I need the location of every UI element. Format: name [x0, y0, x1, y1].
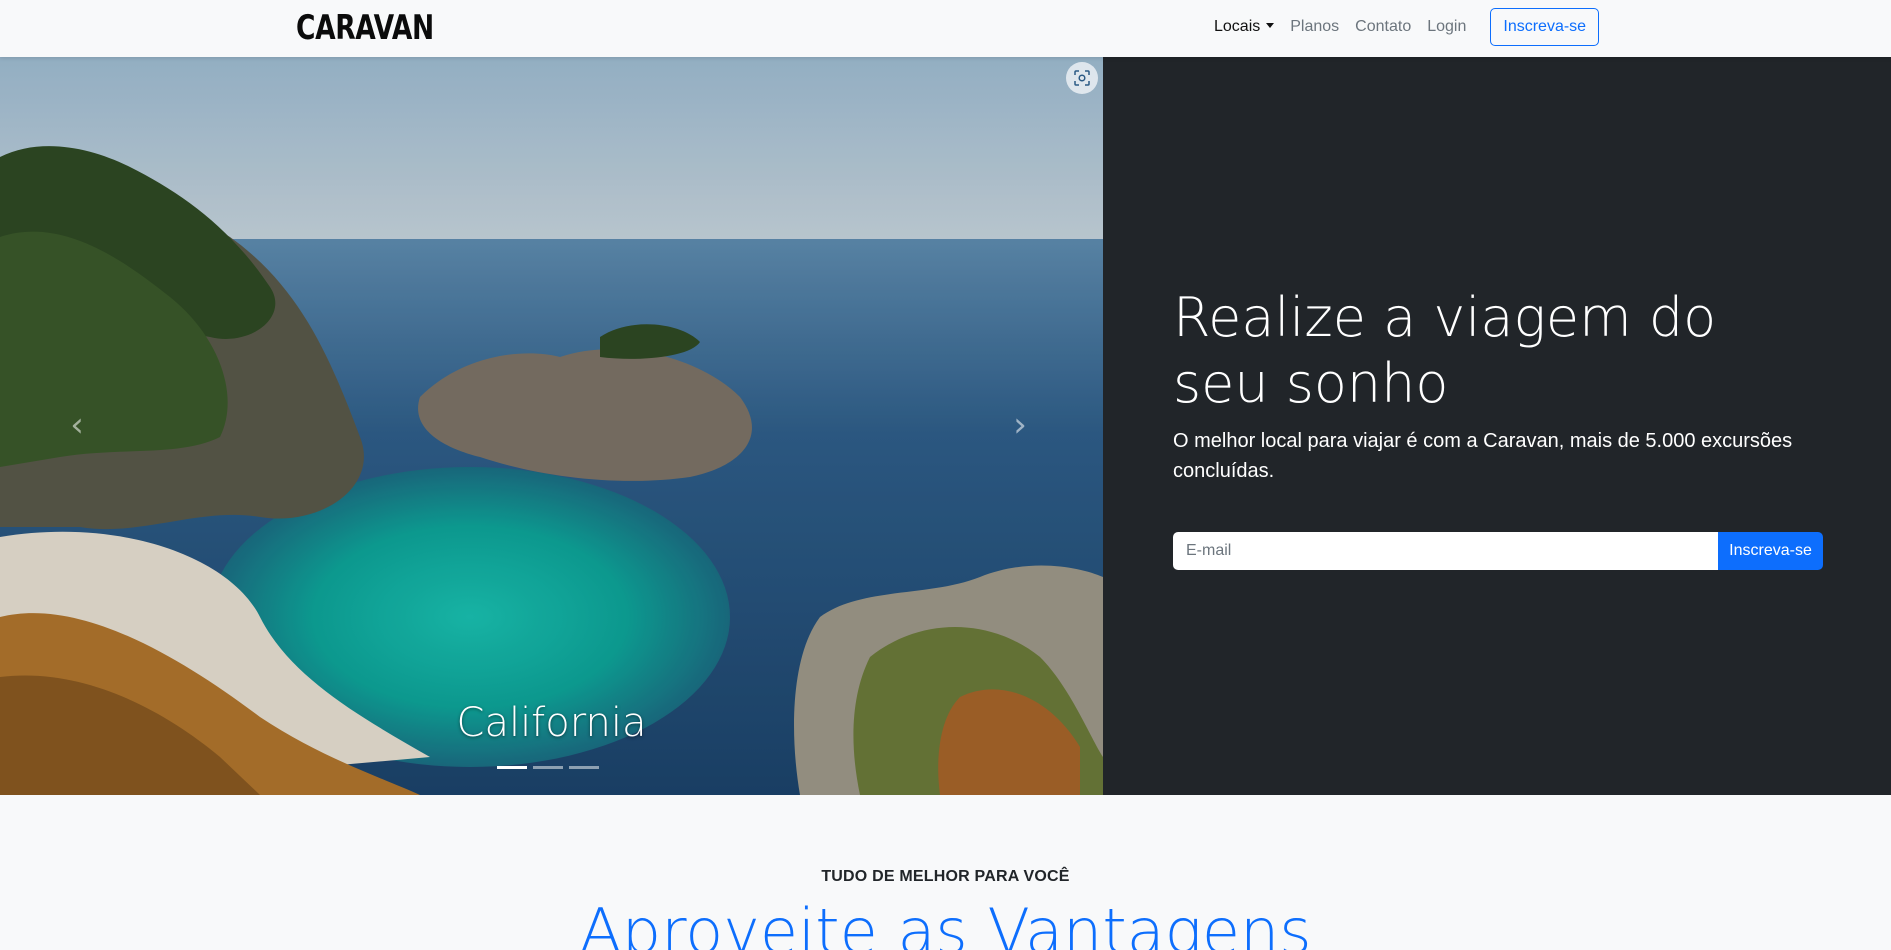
nav-links: Locais Planos Contato Login Inscreva-se	[1214, 0, 1600, 54]
hero-lead: O melhor local para viajar é com a Carav…	[1173, 430, 1793, 482]
nav-link-login[interactable]: Login	[1427, 18, 1466, 36]
caret-down-icon	[1266, 23, 1275, 28]
nav-link-locais[interactable]: Locais	[1214, 18, 1275, 36]
chevron-left-icon: ‹	[70, 405, 84, 445]
carousel-indicator[interactable]	[497, 766, 527, 769]
screenshot-icon[interactable]	[1066, 62, 1098, 94]
brand-logo[interactable]: CARAVAN	[296, 8, 434, 48]
carousel-prev-button[interactable]: ‹	[62, 405, 92, 445]
carousel-indicators	[497, 766, 599, 769]
hero-carousel	[0, 57, 1103, 795]
chevron-right-icon: ›	[1013, 405, 1027, 445]
carousel-indicator[interactable]	[533, 766, 563, 769]
subscribe-button[interactable]: Inscreva-se	[1718, 532, 1823, 570]
subscribe-form: Inscreva-se	[1173, 532, 1823, 570]
carousel-image-california	[0, 57, 1103, 795]
email-input[interactable]	[1173, 532, 1718, 570]
carousel-indicator[interactable]	[569, 766, 599, 769]
nav-link-contato[interactable]: Contato	[1355, 18, 1411, 36]
navbar: CARAVAN Locais Planos Contato Login Insc…	[0, 0, 1891, 57]
hero-title: Realize a viagem do seu sonho	[1173, 286, 1717, 415]
carousel-caption: California	[456, 700, 647, 746]
benefits-title: Aproveite as Vantagens	[579, 895, 1312, 950]
signup-nav-button[interactable]: Inscreva-se	[1490, 8, 1600, 46]
screenshot-glyph	[1074, 70, 1090, 86]
nav-link-label: Locais	[1214, 18, 1261, 35]
nav-link-planos[interactable]: Planos	[1290, 18, 1339, 36]
carousel-next-button[interactable]: ›	[1005, 405, 1035, 445]
benefits-kicker: TUDO DE MELHOR PARA VOCÊ	[821, 868, 1070, 885]
